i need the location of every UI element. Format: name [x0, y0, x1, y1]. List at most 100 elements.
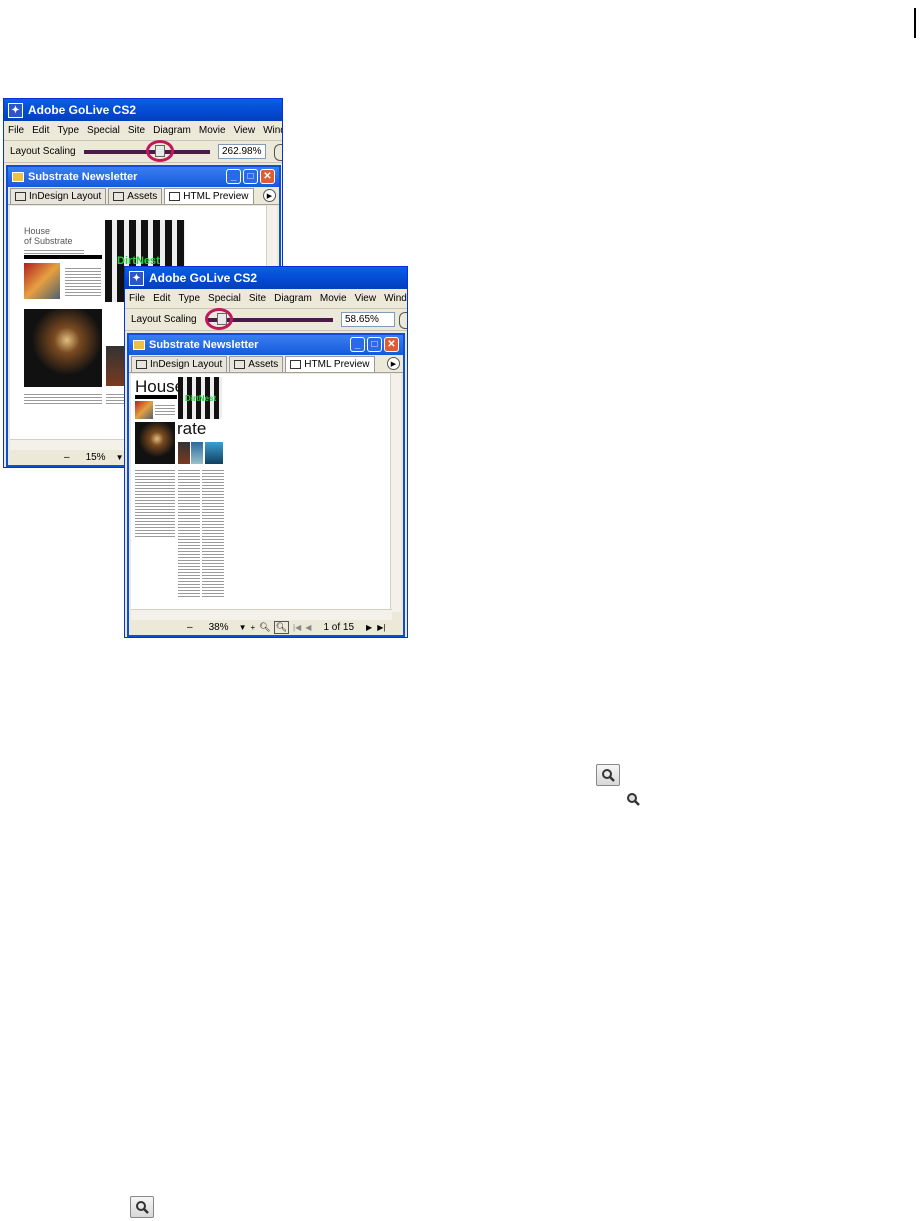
menu-view[interactable]: View	[351, 293, 381, 304]
app-titlebar[interactable]: ✦ Adobe GoLive CS2	[4, 99, 282, 121]
preview-heading-line1: House	[24, 226, 51, 236]
menu-special[interactable]: Special	[83, 125, 124, 136]
zoom-in-button[interactable]: +	[251, 623, 256, 632]
tab-html-preview[interactable]: HTML Preview	[285, 356, 375, 372]
menu-type[interactable]: Type	[53, 125, 83, 136]
preview-photo-5	[205, 442, 223, 464]
html-preview-canvas[interactable]: House DirtNest rate	[131, 374, 392, 612]
preview-photo-3	[178, 442, 190, 464]
menu-movie[interactable]: Movie	[195, 125, 230, 136]
maximize-button[interactable]: □	[243, 169, 258, 184]
page-edge-rule	[914, 8, 916, 38]
tab-assets[interactable]: Assets	[108, 188, 163, 204]
menu-file[interactable]: File	[125, 293, 149, 304]
golive-app-icon: ✦	[129, 270, 144, 286]
app-title: Adobe GoLive CS2	[28, 103, 137, 117]
tab-menu-icon[interactable]: ▶	[263, 189, 276, 202]
layout-scaling-button[interactable]	[274, 144, 282, 161]
menu-site[interactable]: Site	[245, 293, 270, 304]
vertical-scrollbar[interactable]	[390, 374, 401, 612]
tab-label: InDesign Layout	[29, 191, 102, 202]
menu-type[interactable]: Type	[174, 293, 204, 304]
horizontal-scrollbar[interactable]	[131, 609, 392, 620]
preview-icon	[290, 360, 302, 369]
menu-edit[interactable]: Edit	[149, 293, 174, 304]
preview-text	[135, 468, 175, 538]
list-icon	[234, 360, 246, 369]
menu-special[interactable]: Special	[204, 293, 245, 304]
layout-scaling-value[interactable]: 58.65%	[341, 312, 395, 327]
status-bar: – 38% ▼ + 🔍︎ 🔍︎ |◀ ◀ 1 of 15 ▶ ▶|	[129, 620, 403, 635]
menu-site[interactable]: Site	[124, 125, 149, 136]
preview-rule	[24, 255, 102, 259]
tab-menu-icon[interactable]: ▶	[387, 357, 400, 370]
zoom-out-button[interactable]: –	[187, 622, 193, 633]
preview-text	[24, 248, 84, 254]
layout-scaling-value[interactable]: 262.98%	[218, 144, 266, 159]
tab-label: Assets	[127, 191, 158, 202]
zoom-out-button[interactable]: –	[64, 452, 70, 463]
zoom-value[interactable]: 38%	[209, 622, 229, 633]
document-titlebar[interactable]: Substrate Newsletter _ □ ✕	[8, 167, 279, 187]
preview-icon	[169, 192, 181, 201]
menu-bar: File Edit Type Special Site Diagram Movi…	[125, 289, 407, 309]
next-page-icon[interactable]: ▶	[366, 623, 372, 632]
zoom-dropdown-icon[interactable]: ▼	[116, 453, 124, 462]
zoom-icon[interactable]: 🔍︎	[259, 622, 270, 633]
layout-scaling-bar: Layout Scaling 58.65%	[125, 308, 407, 331]
document-title: Substrate Newsletter	[28, 171, 138, 183]
zoom-dropdown-icon[interactable]: ▼	[239, 623, 247, 632]
layout-scaling-label: Layout Scaling	[131, 314, 197, 325]
tab-label: HTML Preview	[183, 191, 249, 202]
minimize-button[interactable]: _	[350, 337, 365, 352]
zoom-value[interactable]: 15%	[86, 452, 106, 463]
menu-edit[interactable]: Edit	[28, 125, 53, 136]
first-page-icon[interactable]: |◀	[293, 623, 301, 632]
golive-app-window-2: ✦ Adobe GoLive CS2 File Edit Type Specia…	[124, 266, 408, 638]
magnifier-icon	[621, 788, 645, 810]
highlight-circle	[205, 308, 233, 330]
tab-assets[interactable]: Assets	[229, 356, 284, 372]
preview-photo-2	[135, 422, 175, 464]
preview-text	[178, 468, 200, 598]
document-tabs: InDesign Layout Assets HTML Preview ▶	[8, 187, 279, 205]
app-title: Adobe GoLive CS2	[149, 271, 258, 285]
tab-label: Assets	[248, 359, 279, 370]
close-button[interactable]: ✕	[384, 337, 399, 352]
minimize-button[interactable]: _	[226, 169, 241, 184]
preview-text	[202, 468, 224, 598]
preview-photo-4	[191, 442, 203, 464]
menu-view[interactable]: View	[230, 125, 260, 136]
golive-app-icon: ✦	[8, 102, 23, 118]
page-indicator: 1 of 15	[323, 622, 355, 633]
layout-icon	[136, 360, 147, 369]
tab-html-preview[interactable]: HTML Preview	[164, 188, 254, 204]
menu-diagram[interactable]: Diagram	[270, 293, 316, 304]
document-title: Substrate Newsletter	[149, 339, 259, 351]
zoom-tool-button[interactable]: 🔍︎	[273, 621, 290, 634]
document-titlebar[interactable]: Substrate Newsletter _ □ ✕	[129, 335, 403, 355]
preview-text	[65, 266, 101, 296]
preview-heading-top: House	[135, 377, 185, 396]
close-button[interactable]: ✕	[260, 169, 275, 184]
last-page-icon[interactable]: ▶|	[377, 623, 385, 632]
menu-movie[interactable]: Movie	[316, 293, 351, 304]
preview-rule	[135, 395, 177, 399]
preview-image-caption: DirtNest	[185, 394, 217, 403]
list-icon	[113, 192, 125, 201]
tab-label: HTML Preview	[304, 359, 370, 370]
magnifier-icon	[130, 1196, 154, 1218]
preview-text	[24, 392, 102, 406]
menu-window[interactable]: Window	[259, 125, 282, 136]
menu-window[interactable]: Window	[380, 293, 407, 304]
app-titlebar[interactable]: ✦ Adobe GoLive CS2	[125, 267, 407, 289]
prev-page-icon[interactable]: ◀	[305, 623, 311, 632]
folder-icon	[12, 172, 24, 182]
tab-indesign-layout[interactable]: InDesign Layout	[10, 188, 107, 204]
layout-scaling-button[interactable]	[399, 312, 407, 329]
menu-file[interactable]: File	[4, 125, 28, 136]
menu-diagram[interactable]: Diagram	[149, 125, 195, 136]
maximize-button[interactable]: □	[367, 337, 382, 352]
tab-indesign-layout[interactable]: InDesign Layout	[131, 356, 228, 372]
document-window-2: Substrate Newsletter _ □ ✕ InDesign Layo…	[127, 333, 405, 637]
